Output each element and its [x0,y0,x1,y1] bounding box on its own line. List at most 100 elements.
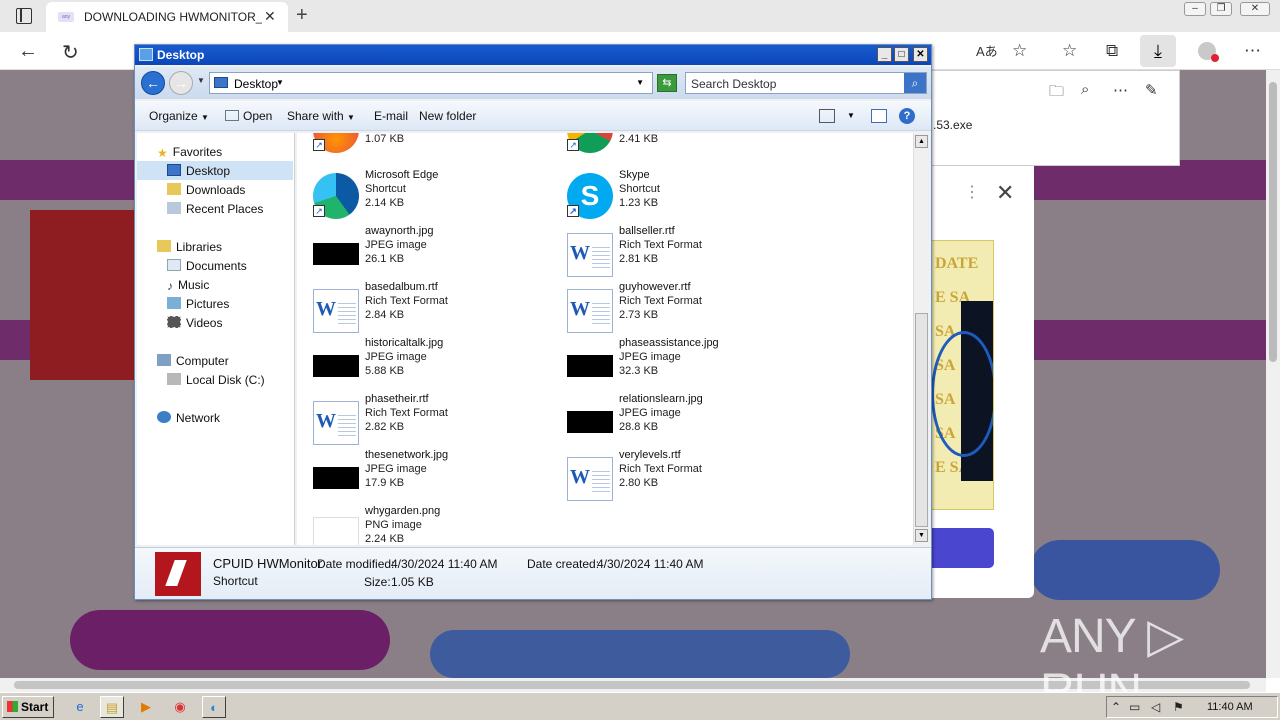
nav-libraries[interactable]: Libraries [157,240,222,254]
collections-icon[interactable]: ⧉ [1106,41,1118,61]
close-browser-button[interactable]: ✕ [1240,2,1270,16]
more-icon[interactable]: ⋯ [1113,81,1128,99]
refresh-button[interactable]: ⇆ [657,74,677,92]
view-options-icon[interactable] [819,109,835,123]
maximize-button[interactable]: □ [894,47,909,62]
explorer-nav-row: ← → ▼ Desktop ▼ ▼ ⇆ Search Desktop ⌕ [135,67,931,99]
profile-avatar[interactable] [1198,42,1219,62]
file-item[interactable]: relationslearn.jpg JPEG image 28.8 KB [551,393,791,445]
file-item[interactable]: whygarden.png PNG image 2.24 KB [297,505,537,545]
help-icon[interactable]: ? [899,108,915,124]
email-button[interactable]: E-mail [374,109,408,123]
share-with-button[interactable]: Share with ▼ [287,109,355,123]
star-icon: ★ [157,146,168,160]
nav-documents[interactable]: Documents [167,259,247,273]
nav-music[interactable]: ♪ Music [167,278,209,293]
volume-icon[interactable]: ◁ [1151,700,1160,714]
refresh-icon[interactable]: ↻ [62,40,79,65]
preview-pane-icon[interactable] [871,109,887,123]
nav-pictures[interactable]: Pictures [167,297,229,311]
read-aloud-icon[interactable]: Aあ [976,41,998,60]
clock[interactable]: 11:40 AM [1207,701,1253,713]
file-item[interactable]: awaynorth.jpg JPEG image 26.1 KB [297,225,537,277]
open-button[interactable]: Open [225,109,272,123]
chrome-icon[interactable]: ◉ [168,696,192,718]
chevron-down-icon: ▼ [347,113,355,122]
favorites-icon[interactable]: ☆ [1062,41,1077,61]
scroll-up-icon[interactable]: ▲ [915,135,928,148]
restore-browser-button[interactable]: ❐ [1210,2,1232,16]
file-item[interactable]: S ↗ Skype Shortcut 1.23 KB [551,169,791,221]
search-input[interactable]: Search Desktop ⌕ [685,72,927,94]
minimize-button[interactable]: _ [877,47,892,62]
ad-button[interactable] [930,528,994,568]
details-pane: CPUID HWMonitor Shortcut Date modified: … [135,547,931,599]
start-button[interactable]: Start [2,696,54,718]
address-field[interactable]: Desktop ▼ ▼ [209,72,653,94]
media-player-icon[interactable]: ▶ [134,696,158,718]
file-size: 32.3 KB [619,365,659,377]
address-dropdown-icon[interactable]: ▼ [636,78,644,87]
view-dropdown-icon[interactable]: ▼ [847,111,855,120]
page-vertical-scrollbar[interactable] [1266,70,1280,678]
file-item[interactable]: phaseassistance.jpg JPEG image 32.3 KB [551,337,791,389]
nav-videos[interactable]: Videos [167,316,222,330]
downloads-icon[interactable]: ⤓ [1140,35,1176,67]
back-arrow-icon[interactable]: ← [18,40,38,63]
file-item[interactable]: verylevels.rtf Rich Text Format 2.80 KB [551,449,791,501]
search-icon[interactable]: ⌕ [904,73,926,93]
ie-icon[interactable]: e [68,696,92,718]
scroll-down-icon[interactable]: ▼ [915,529,928,542]
back-button[interactable]: ← [141,71,165,95]
scrollbar-thumb[interactable] [915,313,928,527]
breadcrumb-arrow-icon[interactable]: ▼ [276,78,284,87]
file-name: Skype [619,169,650,181]
file-item[interactable]: ballseller.rtf Rich Text Format 2.81 KB [551,225,791,277]
file-item[interactable]: thesenetwork.jpg JPEG image 17.9 KB [297,449,537,501]
file-item[interactable]: guyhowever.rtf Rich Text Format 2.73 KB [551,281,791,333]
add-favorite-icon[interactable]: ☆ [1012,41,1027,61]
ad-card: ⋮ ✕ DATE E SA SA SA SA SA E SA [930,166,1034,598]
show-hidden-icons-icon[interactable]: ⌃ [1111,700,1121,714]
nav-computer[interactable]: Computer [157,354,229,368]
scrollbar-thumb[interactable] [1269,82,1277,362]
new-tab-button[interactable]: + [296,4,308,27]
forward-button[interactable]: → [169,71,193,95]
recent-pages-dropdown[interactable]: ▼ [197,76,205,85]
file-size: 2.73 KB [619,309,659,321]
new-folder-button[interactable]: New folder [419,109,476,123]
file-item[interactable]: historicaltalk.jpg JPEG image 5.88 KB [297,337,537,389]
download-filename[interactable]: .53.exe [933,118,972,132]
nav-downloads[interactable]: Downloads [167,183,245,197]
file-item[interactable]: phasetheir.rtf Rich Text Format 2.82 KB [297,393,537,445]
explorer-title-bar[interactable]: Desktop _ □ ✕ [135,45,931,65]
file-item[interactable]: basedalbum.rtf Rich Text Format 2.84 KB [297,281,537,333]
ad-image[interactable]: DATE E SA SA SA SA SA E SA [930,240,994,510]
search-icon[interactable]: ⌕ [1081,81,1089,98]
nav-network[interactable]: Network [157,411,220,425]
tab-actions-icon[interactable] [16,8,32,24]
nav-local-disk[interactable]: Local Disk (C:) [167,373,265,387]
network-tray-icon[interactable]: ▭ [1129,700,1140,714]
file-list-scrollbar[interactable]: ▲ ▼ [913,133,929,545]
close-button[interactable]: ✕ [913,47,928,62]
tab-close-icon[interactable]: ✕ [264,8,276,25]
ad-close-icon[interactable]: ✕ [996,180,1014,206]
nav-favorites[interactable]: ★ Favorites [157,145,222,160]
organize-button[interactable]: Organize ▼ [149,109,209,123]
explorer-taskbar-icon[interactable]: ▤ [100,696,124,718]
file-item[interactable]: ↗ Microsoft Edge Shortcut 2.14 KB [297,169,537,221]
browser-tab[interactable]: any DOWNLOADING HWMONITOR_1 ✕ [46,2,288,32]
pin-icon[interactable]: ✎ [1145,81,1158,99]
nav-desktop[interactable]: Desktop [167,164,230,178]
explorer-title: Desktop [157,48,205,62]
nav-recent-places[interactable]: Recent Places [167,202,263,216]
edge-icon[interactable]: ◐ [202,696,226,718]
action-center-icon[interactable]: ⚑ [1173,700,1184,714]
open-folder-icon[interactable]: 🗀 [1049,81,1064,106]
ad-options-icon[interactable]: ⋮ [964,182,980,202]
file-type: Rich Text Format [365,407,448,419]
minimize-browser-button[interactable]: – [1184,2,1206,16]
videos-icon [167,316,181,328]
more-options-icon[interactable]: ⋯ [1244,41,1261,61]
